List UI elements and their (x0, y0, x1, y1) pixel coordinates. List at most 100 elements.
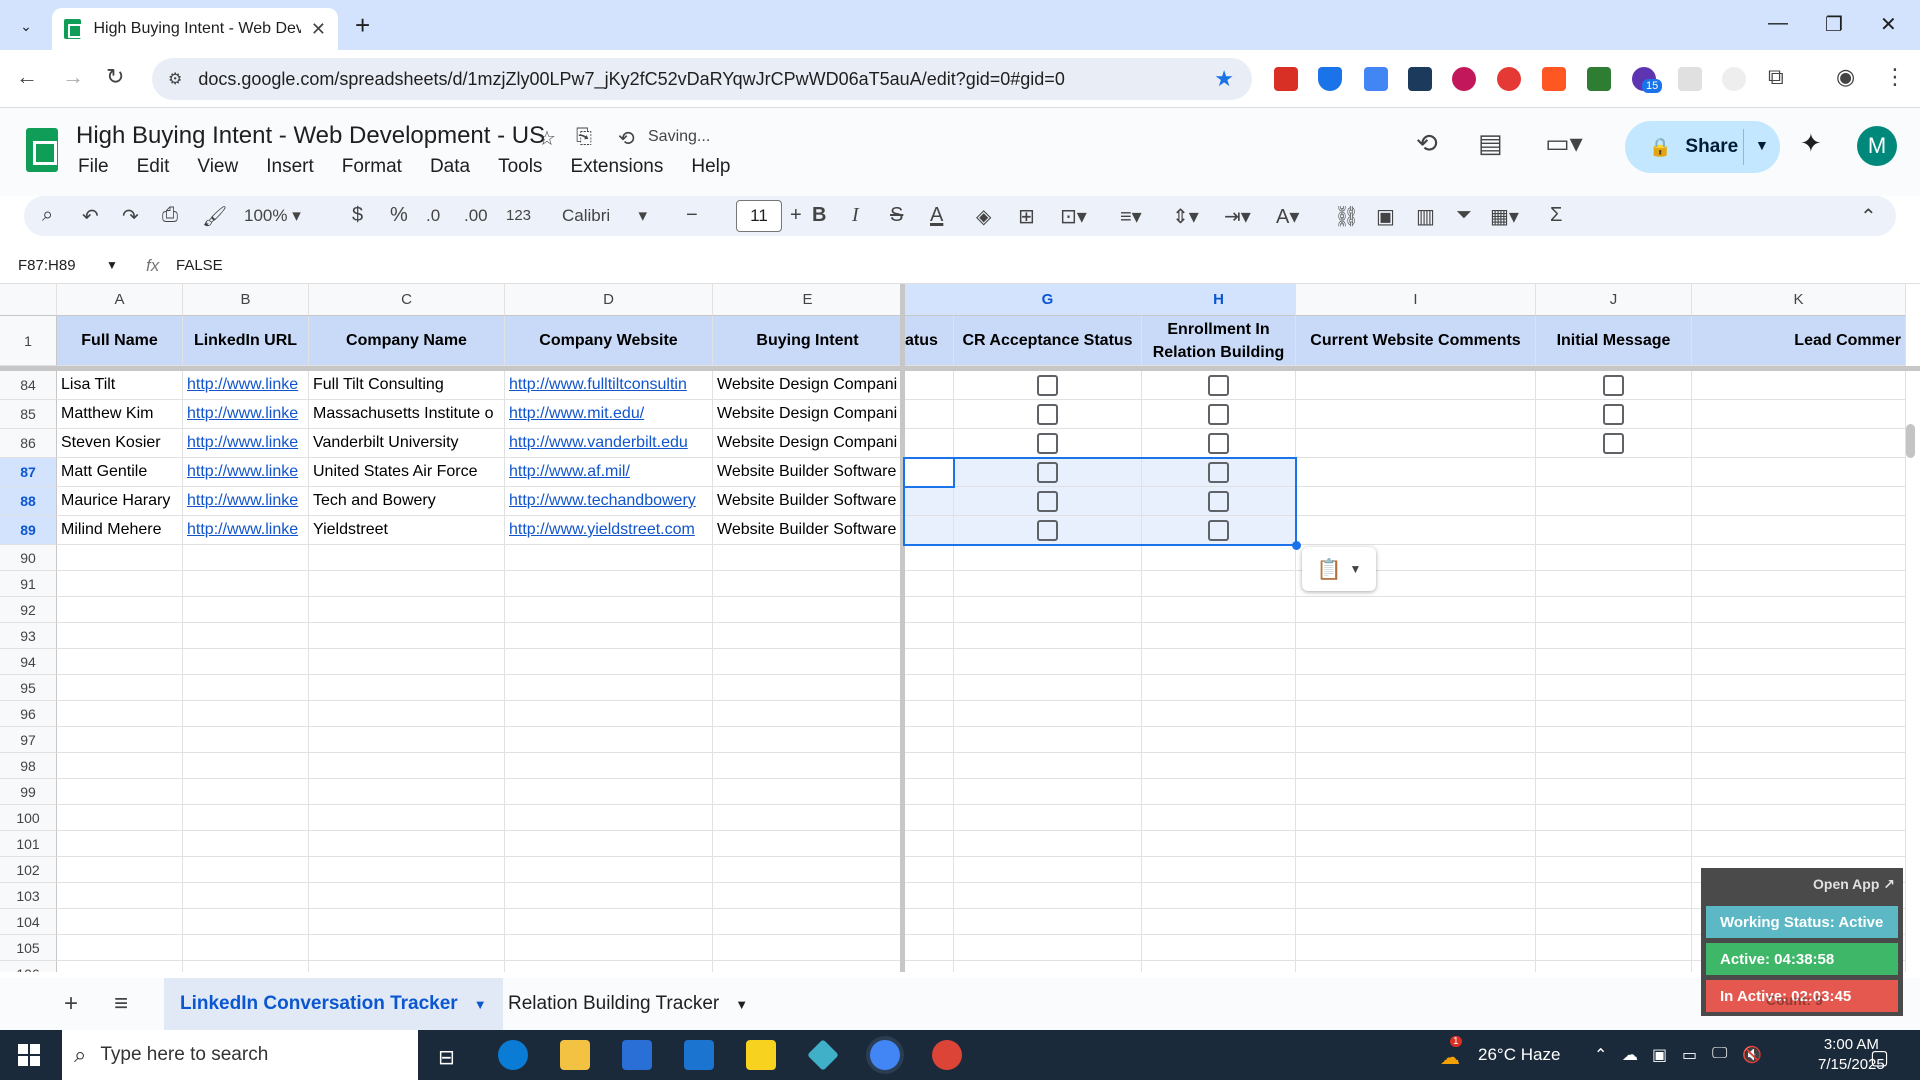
empty-cell[interactable] (183, 935, 309, 961)
empty-cell[interactable] (183, 883, 309, 909)
empty-cell[interactable] (903, 961, 954, 972)
italic-icon[interactable]: I (852, 204, 859, 227)
file-explorer-icon[interactable] (560, 1040, 590, 1070)
onedrive-icon[interactable]: ☁ (1622, 1045, 1638, 1065)
shield-extension-icon[interactable] (1318, 67, 1342, 91)
checkbox[interactable] (1603, 433, 1624, 454)
empty-cell[interactable] (954, 961, 1142, 972)
column-header-d[interactable]: D (505, 284, 713, 316)
browser-tab[interactable]: High Buying Intent - Web Deve ✕ (52, 8, 338, 50)
meet-now-icon[interactable]: ▣ (1652, 1045, 1667, 1065)
cell-full-name[interactable]: Matthew Kim (57, 400, 183, 429)
empty-cell[interactable] (713, 935, 903, 961)
empty-cell[interactable] (1536, 571, 1692, 597)
empty-cell[interactable] (505, 545, 713, 571)
gemini-sparkle-icon[interactable]: ✦ (1800, 128, 1822, 159)
empty-cell[interactable] (903, 649, 954, 675)
cell-enrollment[interactable] (1142, 516, 1296, 545)
empty-cell[interactable] (713, 779, 903, 805)
checkbox[interactable] (1603, 404, 1624, 425)
empty-cell[interactable] (183, 727, 309, 753)
empty-cell[interactable] (309, 805, 505, 831)
cell-company-website[interactable]: http://www.mit.edu/ (505, 400, 713, 429)
empty-cell[interactable] (1296, 909, 1536, 935)
task-view-icon[interactable]: ⊟ (438, 1045, 455, 1070)
row-header-104[interactable]: 104 (0, 909, 57, 935)
sticky-notes-icon[interactable] (746, 1040, 776, 1070)
empty-cell[interactable] (1536, 675, 1692, 701)
cell-status[interactable] (903, 487, 954, 516)
folder-extension-icon[interactable] (1408, 67, 1432, 91)
cell-lead-comments[interactable] (1692, 487, 1906, 516)
cell-website-comments[interactable] (1296, 400, 1536, 429)
increase-decimal[interactable]: .00 (464, 206, 488, 226)
font-select[interactable]: Calibri ▾ (562, 206, 647, 226)
empty-cell[interactable] (903, 727, 954, 753)
chevron-down-icon[interactable]: ▼ (735, 997, 748, 1012)
cell-cr-acceptance[interactable] (954, 429, 1142, 458)
cell-full-name[interactable]: Matt Gentile (57, 458, 183, 487)
empty-cell[interactable] (309, 649, 505, 675)
site-info-icon[interactable]: ⚙ (168, 69, 182, 89)
empty-cell[interactable] (1536, 935, 1692, 961)
empty-cell[interactable] (954, 779, 1142, 805)
minimize-icon[interactable]: — (1768, 12, 1788, 35)
empty-cell[interactable] (1536, 779, 1692, 805)
empty-cell[interactable] (309, 701, 505, 727)
filter-icon[interactable]: ⏷ (1456, 204, 1472, 227)
empty-cell[interactable] (505, 779, 713, 805)
cell-buying-intent[interactable]: Website Builder Software (713, 458, 903, 487)
empty-cell[interactable] (57, 857, 183, 883)
empty-cell[interactable] (954, 649, 1142, 675)
menu-format[interactable]: Format (342, 156, 402, 178)
empty-cell[interactable] (183, 779, 309, 805)
docs-extension-icon[interactable] (1364, 67, 1388, 91)
empty-cell[interactable] (57, 961, 183, 972)
edge-icon[interactable] (498, 1040, 528, 1070)
cell-company-website[interactable]: http://www.techandbowery (505, 487, 713, 516)
cell-buying-intent[interactable]: Website Design Compani (713, 400, 903, 429)
number-format[interactable]: 123 (506, 207, 531, 224)
empty-cell[interactable] (1692, 571, 1906, 597)
empty-cell[interactable] (57, 675, 183, 701)
empty-cell[interactable] (954, 753, 1142, 779)
cell-company-website[interactable]: http://www.vanderbilt.edu (505, 429, 713, 458)
empty-cell[interactable] (954, 805, 1142, 831)
column-header-k[interactable]: K (1692, 284, 1906, 316)
tray-chevron-up-icon[interactable]: ⌃ (1594, 1045, 1607, 1065)
text-rotation-icon[interactable]: A▾ (1276, 204, 1299, 229)
empty-cell[interactable] (505, 597, 713, 623)
header-cell-initial-message[interactable]: Initial Message (1536, 316, 1692, 366)
empty-cell[interactable] (1296, 649, 1536, 675)
empty-cell[interactable] (505, 883, 713, 909)
cell-buying-intent[interactable]: Website Builder Software (713, 516, 903, 545)
menu-view[interactable]: View (197, 156, 238, 178)
empty-cell[interactable] (183, 857, 309, 883)
cell-company-name[interactable]: United States Air Force (309, 458, 505, 487)
empty-cell[interactable] (309, 753, 505, 779)
row-header-98[interactable]: 98 (0, 753, 57, 779)
cell-cr-acceptance[interactable] (954, 487, 1142, 516)
empty-cell[interactable] (1296, 727, 1536, 753)
cell-enrollment[interactable] (1142, 487, 1296, 516)
empty-cell[interactable] (309, 597, 505, 623)
share-dropdown-icon[interactable]: ▼ (1755, 137, 1769, 153)
empty-cell[interactable] (57, 883, 183, 909)
empty-cell[interactable] (183, 623, 309, 649)
checkbox[interactable] (1037, 491, 1058, 512)
menu-file[interactable]: File (78, 156, 109, 178)
empty-cell[interactable] (903, 935, 954, 961)
document-title[interactable]: High Buying Intent - Web Development - U… (76, 122, 545, 150)
cell-cr-acceptance[interactable] (954, 400, 1142, 429)
row-header-95[interactable]: 95 (0, 675, 57, 701)
empty-cell[interactable] (505, 831, 713, 857)
empty-cell[interactable] (505, 727, 713, 753)
text-wrap-icon[interactable]: ⇥▾ (1224, 204, 1251, 229)
checkbox[interactable] (1208, 520, 1229, 541)
empty-cell[interactable] (713, 623, 903, 649)
empty-cell[interactable] (1142, 675, 1296, 701)
windows-start-icon[interactable] (18, 1044, 40, 1066)
empty-cell[interactable] (1692, 649, 1906, 675)
percent-format[interactable]: % (390, 204, 408, 227)
pdf-extension-icon[interactable] (1274, 67, 1298, 91)
